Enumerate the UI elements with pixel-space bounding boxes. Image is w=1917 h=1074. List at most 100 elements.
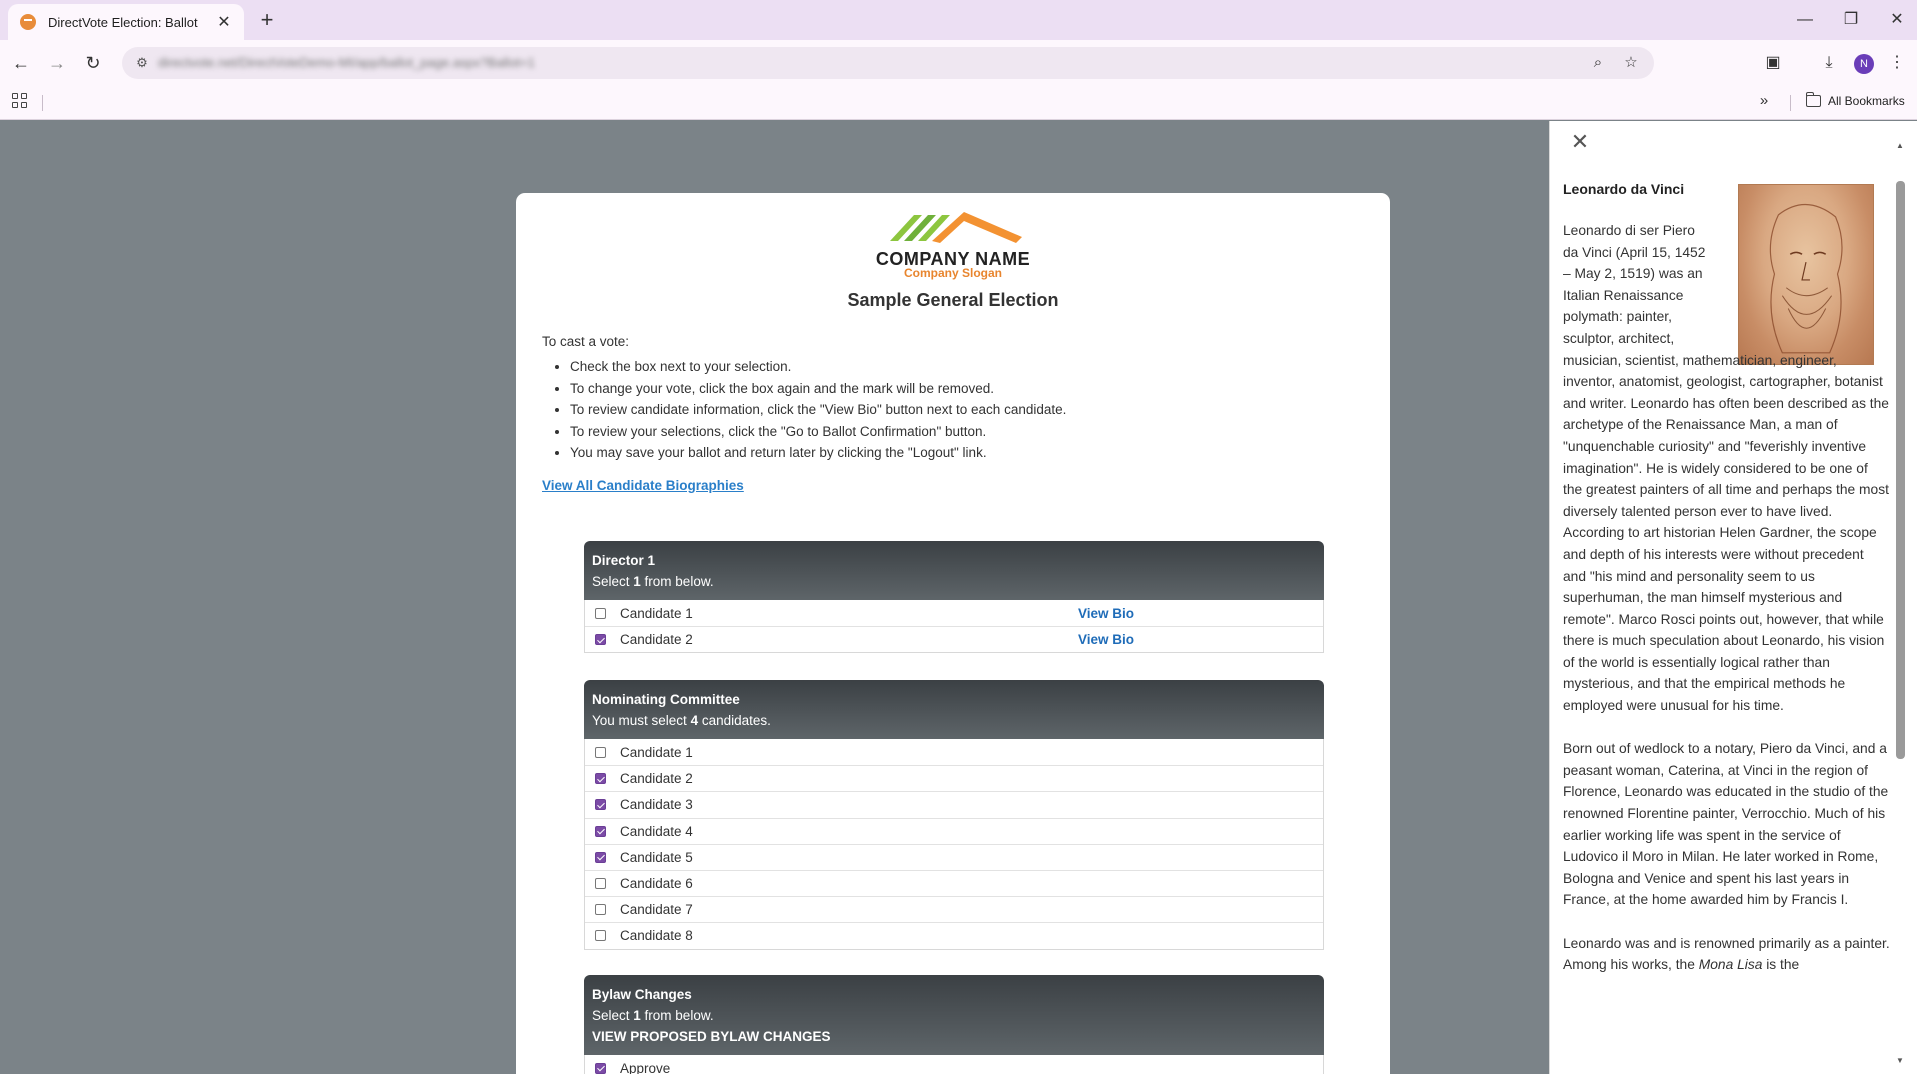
bio-paragraph: Leonardo di ser Piero da Vinci (April 15… [1563,223,1889,714]
candidate-name: Candidate 1 [620,605,693,621]
contest-nominating-committee: Nominating Committee You must select 4 c… [584,680,1324,950]
candidate-checkbox[interactable] [595,607,606,619]
election-title: Sample General Election [847,290,1059,310]
tab-strip: DirectVote Election: Ballot ✕ + — ❐ ✕ [0,0,1917,40]
contest-header: Bylaw Changes Select 1 from below. VIEW … [584,975,1324,1055]
view-bio-button[interactable]: View Bio [1078,632,1134,647]
reload-icon[interactable]: ↻ [80,50,106,76]
instruction-item: To change your vote, click the box again… [570,378,1066,400]
candidate-row: Candidate 3 [585,791,1323,817]
site-settings-icon[interactable]: ⚙ [134,55,150,71]
contest-header: Nominating Committee You must select 4 c… [584,680,1324,739]
view-bio-button[interactable]: View Bio [1078,606,1134,621]
download-icon[interactable]: ⤓ [1816,50,1842,76]
instruction-item: You may save your ballot and return late… [570,442,1066,464]
intro-text: To cast a vote: [542,334,630,349]
folder-icon [1805,92,1821,107]
url-text: directvote.net/DirectVoteDemo-MI/app/bal… [158,55,535,70]
candidate-checkbox[interactable] [595,746,606,758]
candidate-name: Candidate 2 [620,771,693,787]
restore-icon[interactable]: ❐ [1837,8,1865,32]
zoom-icon[interactable]: ⌕ [1588,53,1608,73]
candidate-row: Candidate 2 [585,765,1323,791]
candidate-list: Candidate 1 Candidate 2 Candidate 3 Cand… [584,739,1324,950]
candidate-list: Candidate 1 View Bio Candidate 2 View Bi… [584,600,1324,654]
candidate-row: Candidate 1 View Bio [585,600,1323,626]
apps-grid-icon[interactable] [12,93,30,111]
bookmark-star-icon[interactable]: ☆ [1621,53,1641,73]
company-slogan: Company Slogan [903,266,1002,280]
contest-instruction: Select 1 from below. [592,574,714,589]
candidate-checkbox[interactable] [595,634,606,646]
instruction-item: Check the box next to your selection. [570,356,1066,378]
candidate-row: Candidate 8 [585,922,1323,948]
candidate-row: Candidate 4 [585,817,1323,844]
candidate-name: Candidate 1 [620,744,693,760]
contest-title: Bylaw Changes [592,987,692,1002]
candidate-name: Candidate 6 [620,876,693,892]
candidate-row: Candidate 7 [585,896,1323,922]
menu-kebab-icon[interactable]: ⋮ [1884,50,1910,76]
option-checkbox[interactable] [595,1062,606,1074]
bookmarks-bar: » All Bookmarks [0,86,1917,120]
option-list: Approve [584,1055,1324,1074]
instructions-list: Check the box next to your selection. To… [570,356,1066,464]
site-favicon-icon [20,14,36,30]
instruction-item: To review your selections, click the "Go… [570,421,1066,443]
candidate-row: Candidate 1 [585,739,1323,765]
bio-name: Leonardo da Vinci [1563,181,1685,197]
all-bookmarks-label: All Bookmarks [1828,94,1905,108]
candidate-name: Candidate 2 [620,632,693,648]
candidate-row: Candidate 2 View Bio [585,626,1323,652]
option-name: Approve [620,1060,671,1074]
contest-title: Director 1 [592,553,656,568]
candidate-row: Candidate 6 [585,869,1323,896]
contest-header: Director 1 Select 1 from below. [584,541,1324,600]
instruction-item: To review candidate information, click t… [570,399,1066,421]
tab-title: DirectVote Election: Ballot [48,14,198,30]
candidate-name: Candidate 3 [620,797,693,813]
contest-director-1: Director 1 Select 1 from below. Candidat… [584,541,1324,654]
view-all-bios-link[interactable]: View All Candidate Biographies [542,478,744,493]
profile-avatar[interactable]: N [1854,54,1874,74]
candidate-name: Candidate 5 [620,849,693,865]
all-bookmarks-button[interactable]: All Bookmarks [1805,92,1905,108]
new-tab-button[interactable]: + [254,8,280,34]
candidate-checkbox[interactable] [595,773,606,785]
contest-instruction: Select 1 from below. [592,1008,714,1023]
candidate-name: Candidate 4 [620,823,693,839]
candidate-checkbox[interactable] [595,878,606,890]
contest-instruction: You must select 4 candidates. [592,713,771,728]
candidate-name: Candidate 8 [620,928,693,944]
contest-title: Nominating Committee [592,692,740,707]
candidate-checkbox[interactable] [595,904,606,916]
bio-paragraph: Born out of wedlock to a notary, Piero d… [1563,741,1889,908]
candidate-checkbox[interactable] [595,825,606,837]
address-bar[interactable]: ⚙ directvote.net/DirectVoteDemo-MI/app/b… [122,47,1654,79]
media-search-icon[interactable]: ▣ [1760,50,1786,76]
close-panel-icon[interactable]: ✕ [1567,129,1593,155]
close-window-icon[interactable]: ✕ [1883,8,1911,32]
bio-text: Leonardo di ser Piero da Vinci (April 15… [1563,220,1890,997]
contest-bylaw-changes: Bylaw Changes Select 1 from below. VIEW … [584,975,1324,1074]
forward-icon[interactable]: → [44,50,70,76]
scroll-down-icon[interactable]: ▼ [1894,1056,1906,1065]
candidate-checkbox[interactable] [595,930,606,942]
bio-paragraph: Leonardo was and is renowned primarily a… [1563,935,1890,973]
option-row: Approve [585,1055,1323,1074]
candidate-checkbox[interactable] [595,799,606,811]
bio-panel: ✕ Leonardo da Vinci Leonardo di ser Pier… [1549,121,1917,1074]
back-icon[interactable]: ← [8,50,34,76]
browser-tab[interactable]: DirectVote Election: Ballot ✕ [8,4,244,40]
bookmarks-divider [42,95,43,111]
panel-scroll-thumb[interactable] [1896,181,1905,759]
candidate-checkbox[interactable] [595,851,606,863]
more-bookmarks-icon[interactable]: » [1752,92,1776,109]
close-tab-icon[interactable]: ✕ [214,12,234,32]
candidate-row: Candidate 5 [585,843,1323,870]
view-bylaw-changes-link[interactable]: VIEW PROPOSED BYLAW CHANGES [592,1026,1316,1047]
scroll-up-icon[interactable]: ▲ [1894,141,1906,150]
bookmarks-divider [1790,95,1791,111]
minimize-icon[interactable]: — [1791,8,1819,32]
candidate-name: Candidate 7 [620,902,693,918]
